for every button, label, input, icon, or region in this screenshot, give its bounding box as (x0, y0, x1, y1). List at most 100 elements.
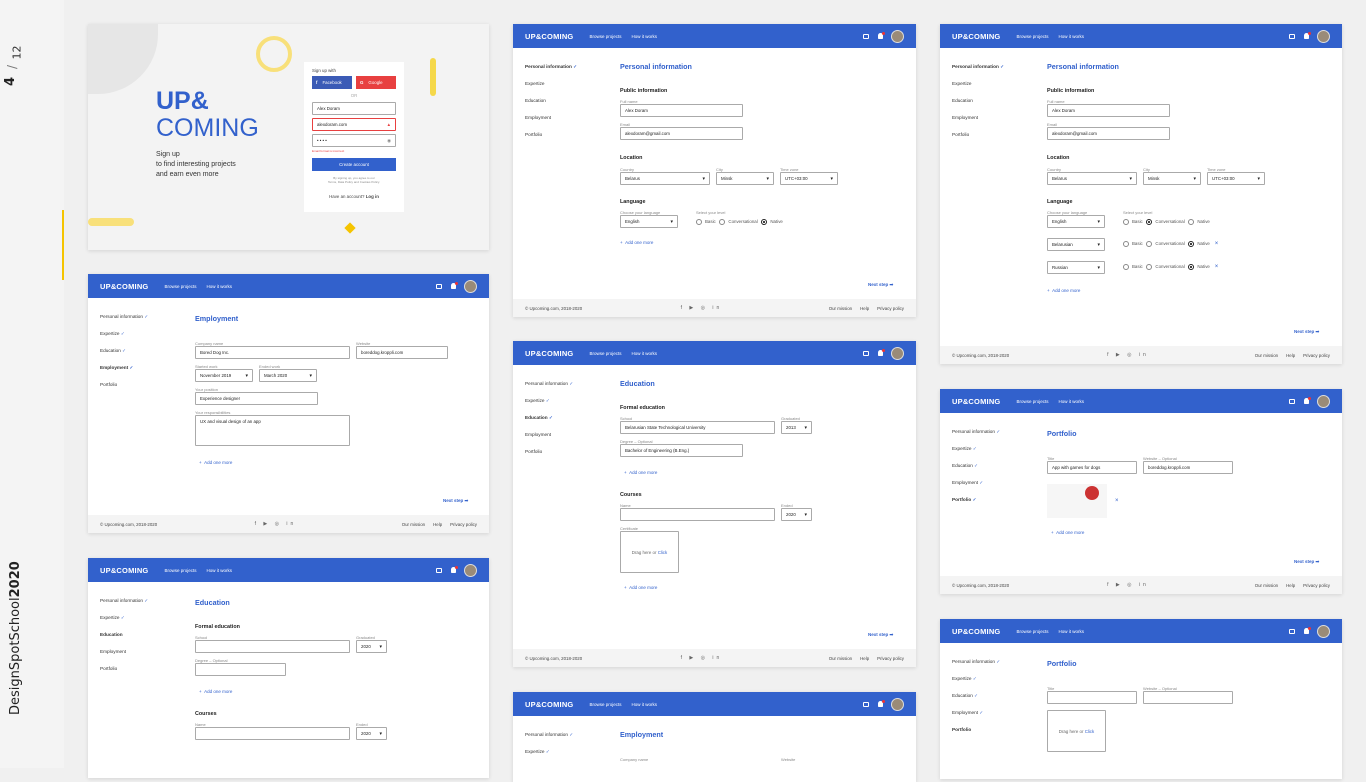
steps-sidebar: Personal information ✓ Expertize Educati… (952, 64, 1005, 137)
logo[interactable]: UP&COMING (525, 32, 573, 41)
next-step-button[interactable]: Next step ➡ (1294, 329, 1319, 335)
education-empty-card: UP&COMING Browse projects How it works Per… (88, 558, 489, 778)
hero-logo-line2: COMING (156, 114, 259, 142)
google-button[interactable]: G Google (356, 76, 396, 89)
google-icon: G (360, 80, 364, 85)
name-input[interactable]: Alex Doram (312, 102, 396, 115)
bell-icon[interactable] (878, 349, 885, 356)
chat-icon[interactable] (1289, 398, 1295, 404)
page-current: 4 (3, 76, 19, 87)
hero-tagline-1: Sign up (156, 151, 180, 158)
responsibilities-textarea[interactable]: UX and visual design of an app (195, 415, 350, 446)
avatar[interactable] (464, 563, 477, 577)
hero-tagline-2: to find interesting projects (156, 161, 236, 168)
timezone-select[interactable]: UTC+03:00 (780, 172, 838, 185)
create-account-button[interactable]: Create account (312, 158, 396, 171)
personal-card-extended: UP&COMING Browse projects How it works Per… (940, 24, 1342, 364)
portfolio-empty-card: UP&COMING Browse projects How it works Per… (940, 619, 1342, 779)
level-native[interactable] (761, 219, 768, 225)
bell-icon[interactable] (1304, 32, 1311, 39)
website-input[interactable]: boreddog.kroppli.com (356, 346, 448, 359)
hero-logo-line1: UP& (156, 87, 209, 115)
next-step-button[interactable]: Next step ➡ (868, 282, 893, 288)
step-employment[interactable]: Employment (525, 115, 577, 132)
or-divider: OR (350, 93, 358, 98)
page-total: 12 (10, 45, 24, 60)
remove-icon[interactable]: × (1215, 265, 1219, 271)
country-select[interactable]: Belarus (620, 172, 710, 185)
signup-form: Sign up with f Facebook G Google OR Alex D… (304, 62, 404, 212)
step-expertize[interactable]: Expertize (525, 81, 577, 98)
avatar[interactable] (891, 697, 904, 711)
certificate-dropzone[interactable]: Drag here or Click (620, 531, 679, 573)
password-input[interactable]: • • • • ◉ (312, 134, 396, 147)
accent-line (62, 210, 64, 280)
add-language-button[interactable]: + Add one more (1047, 288, 1332, 293)
avatar[interactable] (891, 29, 904, 43)
add-language-button[interactable]: + Add one more (620, 240, 900, 245)
bell-icon[interactable] (1304, 397, 1311, 404)
personal-card: UP&COMING Browse projects How it works Per… (513, 24, 916, 317)
step-education[interactable]: Education (525, 98, 577, 115)
chat-icon[interactable] (863, 701, 869, 707)
page-title: Personal information (620, 62, 692, 71)
brand-label: DesignSpotSchool2020 (8, 561, 23, 715)
portfolio-card: UP&COMING Browse projects How it works Per… (940, 389, 1342, 594)
education-card: UP&COMING Browse projects How it works Per… (513, 341, 916, 667)
chat-icon[interactable] (1289, 33, 1295, 39)
remove-icon[interactable]: × (1215, 242, 1219, 248)
avatar[interactable] (464, 279, 477, 293)
chat-icon[interactable] (436, 567, 442, 573)
facebook-button[interactable]: f Facebook (312, 76, 352, 89)
avatar[interactable] (891, 346, 904, 360)
login-link[interactable]: Log in (366, 194, 379, 199)
facebook-icon: f (316, 80, 318, 85)
bell-icon[interactable] (451, 566, 458, 573)
nav-browse-projects[interactable]: Browse projects (589, 34, 621, 39)
terms-link[interactable]: Terms, Data Policy and Cookies Policy. (312, 180, 396, 184)
signup-with-label: Sign up with (312, 68, 336, 73)
signup-card: UP& COMING Sign up to find interesting p… (88, 24, 489, 250)
full-name-input[interactable]: Alex Doram (620, 104, 743, 117)
page-counter: 4 / 12 (3, 45, 24, 87)
nav-how-it-works[interactable]: How it works (631, 34, 657, 39)
steps-sidebar: Personal information ✓ Expertize Educati… (525, 64, 577, 149)
chat-icon[interactable] (1289, 628, 1295, 634)
company-input[interactable]: Bored Dog Inc. (195, 346, 350, 359)
city-select[interactable]: Minsk (716, 172, 774, 185)
bell-icon[interactable] (451, 282, 458, 289)
email-input[interactable]: alexdoram@gmail.com (620, 127, 743, 140)
level-basic[interactable] (696, 219, 702, 225)
eye-icon[interactable]: ◉ (387, 138, 391, 144)
step-personal[interactable]: Personal information ✓ (525, 64, 577, 81)
social-icons[interactable]: f ▶ ◎ in (582, 305, 821, 311)
hero-tagline-3: and earn even more (156, 171, 219, 178)
email-input[interactable]: alexdoram@gmail.com (1047, 127, 1170, 140)
logo[interactable]: UP&COMING (952, 32, 1000, 41)
language-select-3[interactable]: Russian (1047, 261, 1105, 274)
bell-icon[interactable] (1304, 627, 1311, 634)
footer: © Upcoming.com, 2018-2020 f ▶ ◎ in Our mis… (513, 299, 916, 317)
portfolio-thumbnail[interactable] (1047, 484, 1107, 518)
language-select[interactable]: English (620, 215, 678, 228)
top-nav: UP&COMING Browse projects How it works (513, 24, 916, 48)
avatar[interactable] (1317, 394, 1330, 408)
chat-icon[interactable] (863, 350, 869, 356)
employment-card: UP&COMING Browse projects How it works Per… (88, 274, 489, 533)
avatar[interactable] (1317, 29, 1330, 43)
bell-icon[interactable] (878, 32, 885, 39)
chat-icon[interactable] (436, 283, 442, 289)
bell-icon[interactable] (878, 700, 885, 707)
avatar[interactable] (1317, 624, 1330, 638)
employment-card-2: UP&COMING Browse projects How it works Per… (513, 692, 916, 782)
step-portfolio[interactable]: Portfolio (525, 132, 577, 149)
chat-icon[interactable] (863, 33, 869, 39)
email-input[interactable]: alexdoram.com ▲ (312, 118, 396, 131)
warning-icon: ▲ (386, 122, 391, 127)
level-conv[interactable] (719, 219, 726, 225)
language-select-2[interactable]: Belarusian (1047, 238, 1105, 251)
remove-icon[interactable]: × (1115, 498, 1119, 504)
email-error: Email format is incorrect (312, 149, 345, 153)
full-name-input[interactable]: Alex Doram (1047, 104, 1170, 117)
portfolio-dropzone[interactable]: Drag here or Click (1047, 710, 1106, 752)
